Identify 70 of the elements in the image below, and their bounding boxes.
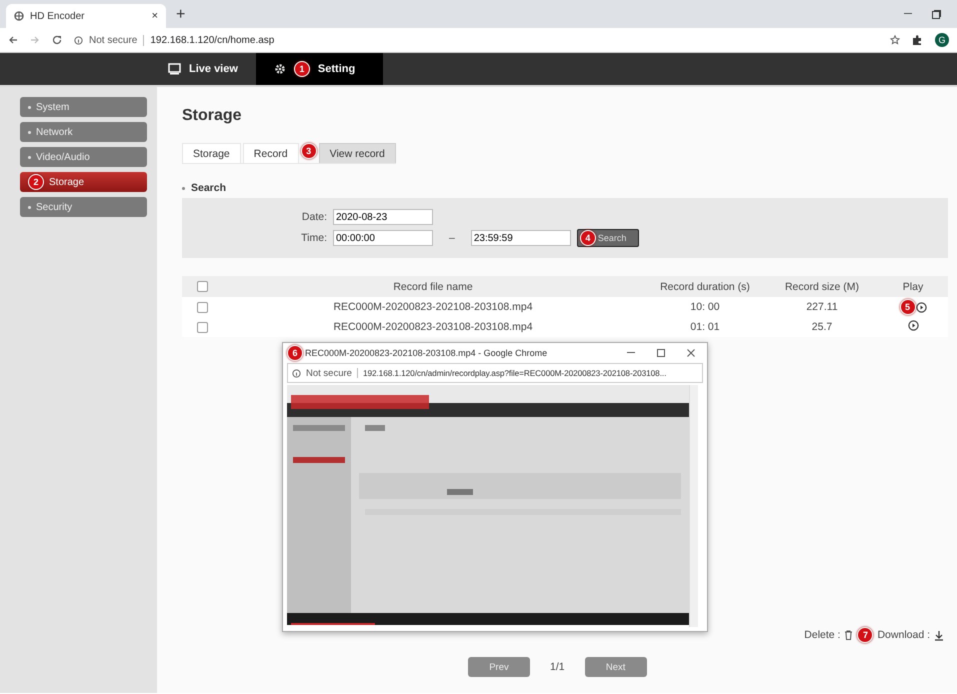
nav-tab[interactable]: Live view [150, 53, 256, 85]
nav-tab[interactable]: 1 Setting [256, 53, 384, 85]
range-separator: – [449, 232, 455, 244]
date-field[interactable]: 2020-08-23 [333, 209, 433, 225]
star-icon[interactable] [890, 35, 900, 45]
page-indicator: 1/1 [550, 661, 565, 673]
gear-icon [274, 63, 286, 75]
column-header: Record file name [393, 280, 473, 292]
table-cell: 01: 01 [690, 321, 720, 333]
security-label: Not secure [306, 368, 352, 378]
checkbox[interactable] [196, 281, 208, 292]
table-cell: REC000M-20200823-202108-203108.mp4 [333, 301, 533, 313]
callout-badge: 4 [580, 230, 596, 246]
monitor-icon [168, 63, 181, 75]
table-cell: 10: 00 [690, 301, 720, 313]
minimize-icon[interactable] [627, 352, 635, 354]
page-title: Storage [182, 107, 243, 125]
security-label: Not secure [89, 34, 138, 46]
back-icon[interactable] [8, 35, 18, 45]
minimize-icon[interactable] [904, 13, 912, 15]
close-icon[interactable] [687, 349, 695, 357]
time-field[interactable]: 23:59:59 [470, 230, 571, 246]
checkbox[interactable] [196, 302, 208, 313]
download-icon[interactable] [934, 630, 944, 640]
reload-icon[interactable] [52, 35, 62, 45]
browser-tab[interactable]: HD Encoder × [6, 4, 166, 28]
column-header: Record duration (s) [660, 280, 750, 292]
section-heading: Search [191, 182, 226, 194]
callout-badge: 6 [287, 345, 303, 361]
table-cell: REC000M-20200823-203108-203108.mp4 [333, 321, 533, 333]
new-tab-button[interactable]: + [176, 6, 186, 24]
scrollbar[interactable] [689, 385, 698, 627]
callout-badge: 7 [857, 627, 874, 643]
sidebar-item[interactable]: Network [20, 122, 147, 142]
table-cell: 227.11 [806, 301, 838, 313]
globe-icon [14, 11, 24, 21]
sidebar-item[interactable]: Security [20, 197, 147, 217]
download-label: Download : [877, 629, 930, 641]
time-field[interactable]: 00:00:00 [333, 230, 433, 246]
callout-badge: 5 [900, 299, 916, 315]
sidebar-item[interactable]: Video/Audio [20, 147, 147, 167]
puzzle-icon[interactable] [912, 34, 923, 46]
sidebar-item[interactable]: 2 Storage [20, 172, 147, 192]
callout-badge: 1 [294, 61, 310, 77]
window-title: REC000M-20200823-202108-203108.mp4 - Google Chrome [305, 348, 548, 358]
column-header: Record size (M) [784, 280, 860, 292]
maximize-icon[interactable] [657, 349, 665, 357]
tab[interactable]: Record [242, 143, 299, 163]
delete-label: Delete : [804, 629, 840, 641]
play-icon[interactable] [916, 302, 926, 312]
column-header: Play [902, 280, 924, 292]
trash-icon[interactable] [844, 630, 854, 640]
sidebar-item[interactable]: System [20, 97, 147, 117]
profile-avatar[interactable]: G [935, 33, 949, 47]
url-text[interactable]: 192.168.1.120/cn/home.asp [143, 34, 274, 46]
field-label: Date: [300, 211, 327, 223]
info-icon[interactable] [74, 36, 83, 44]
url-text[interactable]: 192.168.1.120/cn/admin/recordplay.asp?file=REC000M-20200823-202108-203108... [356, 368, 666, 378]
table-cell: 25.7 [812, 321, 832, 333]
close-icon[interactable]: × [152, 10, 158, 22]
tab[interactable]: Storage [182, 143, 241, 163]
field-label: Time: [300, 232, 327, 244]
restore-icon[interactable] [932, 10, 941, 18]
callout-badge: 3 [300, 143, 317, 159]
checkbox[interactable] [196, 322, 208, 333]
search-button[interactable]: 4 Search [576, 229, 639, 247]
info-icon[interactable] [292, 368, 301, 378]
play-icon[interactable] [908, 320, 918, 331]
tab[interactable]: View record [318, 143, 396, 163]
callout-badge: 2 [28, 174, 44, 190]
